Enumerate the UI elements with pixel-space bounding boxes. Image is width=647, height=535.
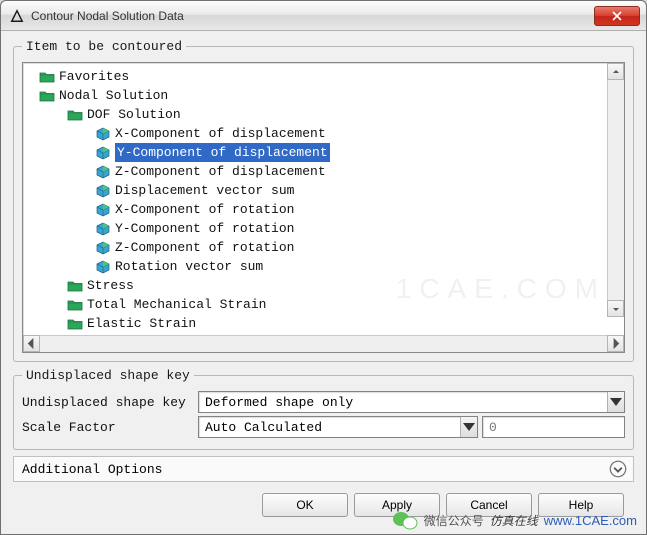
footer-overlay: 微信公众号 仿真在线 www.1CAE.com <box>392 509 637 531</box>
tree-node-label: Favorites <box>59 67 129 86</box>
title-bar[interactable]: Contour Nodal Solution Data <box>1 1 646 31</box>
shape-key-row: Undisplaced shape key Deformed shape onl… <box>22 391 625 413</box>
tree-node[interactable]: Z-Component of rotation <box>27 238 622 257</box>
tree-vertical-scrollbar[interactable] <box>607 63 624 317</box>
tree-node-label: X-Component of rotation <box>115 200 294 219</box>
wechat-icon <box>392 509 418 531</box>
result-item-icon <box>95 145 111 161</box>
folder-icon <box>39 69 55 85</box>
shape-key-select[interactable]: Deformed shape only <box>198 391 625 413</box>
folder-icon <box>67 107 83 123</box>
tree-node-label: Stress <box>87 276 134 295</box>
tree-node-label: DOF Solution <box>87 105 181 124</box>
tree-node[interactable]: Nodal Solution <box>27 86 622 105</box>
folder-icon <box>67 316 83 332</box>
tree-node[interactable]: Favorites <box>27 67 622 86</box>
tree-node[interactable]: Total Mechanical Strain <box>27 295 622 314</box>
tree-node[interactable]: Y-Component of rotation <box>27 219 622 238</box>
folder-icon <box>39 88 55 104</box>
scroll-up-button[interactable] <box>607 63 624 80</box>
tree-node-label: Rotation vector sum <box>115 257 263 276</box>
tree-node[interactable]: DOF Solution <box>27 105 622 124</box>
result-item-icon <box>95 221 111 237</box>
additional-options-label: Additional Options <box>22 462 162 477</box>
tree-node-label: Z-Component of displacement <box>115 162 326 181</box>
shape-legend: Undisplaced shape key <box>22 368 194 383</box>
chevron-down-icon <box>607 392 624 412</box>
tree-node-label: Y-Component of rotation <box>115 219 294 238</box>
item-to-be-contoured-group: Item to be contoured 1CAE.COM FavoritesN… <box>13 39 634 362</box>
tree-node[interactable]: X-Component of rotation <box>27 200 622 219</box>
tree-node-label: Y-Component of displacement <box>115 143 330 162</box>
tree-node[interactable]: Displacement vector sum <box>27 181 622 200</box>
undisplaced-shape-key-group: Undisplaced shape key Undisplaced shape … <box>13 368 634 450</box>
scale-factor-number: 0 <box>489 420 497 435</box>
result-item-icon <box>95 259 111 275</box>
app-icon <box>9 8 25 24</box>
shape-key-value: Deformed shape only <box>205 395 353 410</box>
scroll-left-button[interactable] <box>23 335 40 352</box>
dialog-window: Contour Nodal Solution Data Item to be c… <box>0 0 647 535</box>
close-icon <box>612 11 622 21</box>
tree-node-label: Elastic Strain <box>87 314 196 333</box>
result-item-icon <box>95 164 111 180</box>
scale-factor-select[interactable]: Auto Calculated <box>198 416 478 438</box>
tree-panel: 1CAE.COM FavoritesNodal SolutionDOF Solu… <box>22 62 625 353</box>
tree-legend: Item to be contoured <box>22 39 186 54</box>
tree-node[interactable]: X-Component of displacement <box>27 124 622 143</box>
dialog-body: Item to be contoured 1CAE.COM FavoritesN… <box>1 31 646 534</box>
tree-node-label: Nodal Solution <box>59 86 168 105</box>
chevron-down-icon <box>460 417 477 437</box>
tree-node-label: Displacement vector sum <box>115 181 294 200</box>
tree-node-label: Total Mechanical Strain <box>87 295 266 314</box>
scale-factor-value: Auto Calculated <box>205 420 322 435</box>
result-item-icon <box>95 240 111 256</box>
result-item-icon <box>95 183 111 199</box>
footer-brand: 仿真在线 <box>490 512 538 529</box>
scroll-right-button[interactable] <box>607 335 624 352</box>
scroll-down-button[interactable] <box>607 300 624 317</box>
tree-horizontal-scrollbar[interactable] <box>23 335 624 352</box>
tree-node[interactable]: Y-Component of displacement <box>27 143 622 162</box>
folder-icon <box>67 278 83 294</box>
window-title: Contour Nodal Solution Data <box>31 9 594 23</box>
tree-node[interactable]: Z-Component of displacement <box>27 162 622 181</box>
ok-label: OK <box>296 498 313 512</box>
tree-node-label: Z-Component of rotation <box>115 238 294 257</box>
scale-factor-row: Scale Factor Auto Calculated 0 <box>22 416 625 438</box>
additional-options-bar[interactable]: Additional Options <box>13 456 634 482</box>
result-item-icon <box>95 202 111 218</box>
tree-node-label: X-Component of displacement <box>115 124 326 143</box>
ok-button[interactable]: OK <box>262 493 348 517</box>
folder-icon <box>67 297 83 313</box>
shape-key-label: Undisplaced shape key <box>22 395 198 410</box>
tree-node[interactable]: Rotation vector sum <box>27 257 622 276</box>
tree-node[interactable]: Elastic Strain <box>27 314 622 333</box>
expand-chevron-icon <box>609 460 627 478</box>
scale-factor-label: Scale Factor <box>22 420 198 435</box>
solution-tree[interactable]: 1CAE.COM FavoritesNodal SolutionDOF Solu… <box>23 63 624 335</box>
tree-node[interactable]: Stress <box>27 276 622 295</box>
result-item-icon <box>95 126 111 142</box>
scale-factor-input[interactable]: 0 <box>482 416 625 438</box>
footer-wechat-label: 微信公众号 <box>424 512 484 529</box>
close-button[interactable] <box>594 6 640 26</box>
footer-url: www.1CAE.com <box>544 513 637 528</box>
